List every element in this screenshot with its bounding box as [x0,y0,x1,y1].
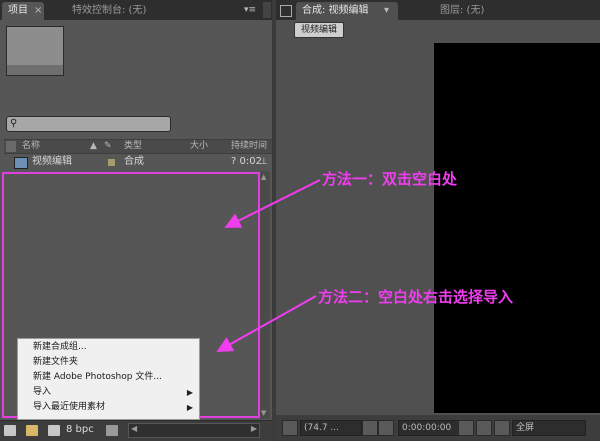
sort-ascending-icon[interactable]: ▲ [90,140,97,153]
project-panel: 项目 × 特效控制台: (无) ▾≡ ⚲ 名称 ▲ ✎ 类型 大小 持续时间 视… [0,0,272,441]
item-duration: ? 0:02 [231,156,262,167]
item-type: 合成 [124,156,144,167]
menu-item-new-folder[interactable]: 新建文件夹 [33,355,78,370]
vertical-scrollbar[interactable]: ▲ ▼ [260,171,270,419]
always-preview-icon[interactable] [282,420,298,436]
timecode-field[interactable]: 0:00:00:00 [398,420,460,436]
item-name: 视频编辑 [32,156,72,167]
tab-project[interactable]: 项目 × [2,2,44,20]
composition-tabbar: 合成: 视频编辑 ▾ 图层: (无) [276,0,600,20]
composition-name-pill[interactable]: 视频编辑 [294,22,345,38]
mask-visibility-icon[interactable] [378,420,394,436]
column-header: 名称 ▲ ✎ 类型 大小 持续时间 [4,139,272,154]
column-type[interactable]: 类型 [124,140,142,153]
scroll-left-icon[interactable]: ◀ [131,424,137,433]
label-column-icon[interactable] [6,141,16,152]
menu-item-import-recent-label: 导入最近使用素材 [33,402,106,412]
annotation-method1: 方法一：双击空白处 [322,170,458,188]
menu-item-import-recent[interactable]: 导入最近使用素材 [33,400,193,415]
menu-item-new-composition[interactable]: 新建合成组... [33,340,87,355]
scroll-down-icon[interactable]: ▼ [261,409,266,417]
viewer-bottom-bar: (74.7 ... 0:00:00:00 全屏 [276,415,600,440]
lock-icon[interactable] [280,5,292,17]
submenu-arrow-icon: ▶ [186,388,193,397]
tab-layer-label: 图层: (无) [440,5,485,16]
tab-effect-controls-label: 特效控制台: (无) [72,5,147,16]
zoom-select[interactable]: (74.7 ... [300,420,362,436]
horizontal-scrollbar[interactable]: ◀ ▶ [128,423,260,438]
resolution-select[interactable]: 全屏 [512,420,586,436]
list-item[interactable]: 视频编辑 合成 ? 0:02 ⊥ [4,155,272,169]
tag-icon[interactable]: ✎ [104,140,112,153]
tab-effect-controls[interactable]: 特效控制台: (无) [72,2,146,20]
panel-menu-icon[interactable]: ▾≡ [244,5,258,15]
tab-project-label: 项目 [8,5,28,16]
column-duration[interactable]: 持续时间 [231,140,267,153]
preview-thumbnail [6,26,64,76]
label-color-swatch[interactable] [108,159,115,166]
tab-composition-label: 合成: 视频编辑 [302,5,369,16]
context-menu: 新建合成组... 新建文件夹 新建 Adobe Photoshop 文件... … [17,338,200,420]
interpret-footage-icon[interactable] [4,425,16,436]
project-tabbar: 项目 × 特效控制台: (无) ▾≡ [0,0,272,20]
panel-divider [263,2,271,18]
search-icon: ⚲ [10,118,18,129]
new-folder-icon[interactable] [26,425,38,436]
grid-icon[interactable] [362,420,378,436]
menu-item-import-label: 导入 [33,387,52,397]
menu-item-new-photoshop-file[interactable]: 新建 Adobe Photoshop 文件... [33,370,162,385]
composition-viewer[interactable] [434,43,600,413]
close-icon[interactable]: × [34,2,42,20]
tab-composition[interactable]: 合成: 视频编辑 ▾ [296,2,398,20]
new-composition-icon[interactable] [48,425,60,436]
trash-icon[interactable] [106,425,118,436]
menu-item-import[interactable]: 导入 [33,385,193,400]
search-input[interactable]: ⚲ [6,116,171,132]
color-channels-icon[interactable] [494,420,510,436]
scroll-right-icon[interactable]: ▶ [251,424,257,433]
tab-layer[interactable]: 图层: (无) [440,2,484,20]
bpc-label[interactable]: 8 bpc [66,424,94,435]
composition-panel: 合成: 视频编辑 ▾ 图层: (无) 视频编辑 (74.7 ... 0:00:0… [276,0,600,440]
submenu-arrow-icon: ▶ [186,403,193,412]
composition-icon [14,157,28,169]
flowchart-icon[interactable]: ⊥ [260,155,268,169]
chevron-down-icon[interactable]: ▾ [384,2,389,20]
annotation-method2: 方法二：空白处右击选择导入 [318,288,514,306]
camera-icon[interactable] [458,420,474,436]
column-name[interactable]: 名称 [22,140,40,153]
column-size[interactable]: 大小 [190,140,208,153]
show-channel-icon[interactable] [476,420,492,436]
scroll-up-icon[interactable]: ▲ [261,173,266,181]
